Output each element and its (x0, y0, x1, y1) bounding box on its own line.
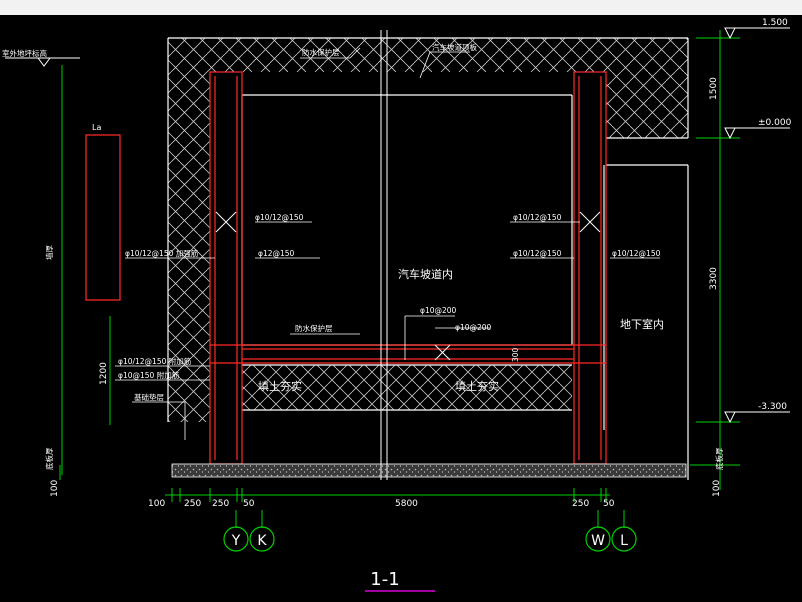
rebar-slab-a: φ10@200 (420, 306, 457, 315)
dim-50-a: 50 (243, 499, 255, 509)
note-left-vertical: 墙厚 (44, 245, 54, 260)
room-basement: 地下室内 (620, 317, 664, 331)
detail-tag: La (92, 123, 101, 132)
note-left-base: 底板厚 (44, 447, 54, 470)
dim-250-a: 250 (184, 499, 201, 509)
note-right-base: 底板厚 (714, 447, 724, 470)
section-drawing: 1-1 Y K W L 1.500 ±0.000 -3.300 100 250 … (2, 18, 792, 592)
cad-drawing-area[interactable]: 1-1 Y K W L 1.500 ±0.000 -3.300 100 250 … (0, 15, 802, 598)
rebar-slab-b: φ10@200 (455, 323, 492, 332)
center-break (380, 30, 388, 480)
fill-left: 填土夯实 (258, 379, 302, 393)
rebar-right-upper: φ10/12@150 (513, 213, 562, 222)
rebar-cross-marks (215, 211, 601, 361)
note-roof-right: 汽车坡道顶板 (432, 42, 477, 52)
section-title: 1-1 (370, 569, 399, 590)
rebar-left-outer: φ10/12@150 加强筋 (125, 248, 199, 258)
foundation-note: 基础垫层 (134, 392, 164, 402)
axis-bubbles (223, 526, 637, 552)
elevation-top: 1.500 (762, 18, 788, 28)
dim-5800: 5800 (395, 499, 418, 509)
elevation-bottom: -3.300 (758, 402, 787, 412)
rebar-right-outer: φ10/12@150 (612, 249, 661, 258)
axis-label-y: Y (231, 533, 241, 549)
slab-height: 300 (511, 347, 520, 362)
rebar-left-lower-b: φ10@150 附加筋 (118, 370, 180, 380)
rebar-left-inner: φ12@150 (258, 249, 295, 258)
rebar-right-inner: φ10/12@150 (513, 249, 562, 258)
note-roof-left: 防水保护层 (302, 47, 340, 57)
elevation-ground: ±0.000 (758, 118, 792, 128)
rebar-left-lower-a: φ10/12@150 附加筋 (118, 356, 192, 366)
axis-label-k: K (257, 533, 267, 549)
dim-100: 100 (148, 499, 165, 509)
dim-250-b: 250 (212, 499, 229, 509)
dim-250-c: 250 (572, 499, 589, 509)
room-ramp: 汽车坡道内 (398, 267, 453, 281)
fill-right: 填土夯实 (455, 379, 499, 393)
dim-vertical-top: 1500 (709, 77, 719, 100)
axis-label-w: W (591, 533, 605, 549)
dim-vertical-middle: 3300 (709, 267, 719, 290)
rebar-left-upper: φ10/12@150 (255, 213, 304, 222)
note-left-level: 室外地坪标高 (2, 48, 47, 58)
dim-50-b: 50 (603, 499, 615, 509)
base-gravel (171, 463, 687, 478)
axis-label-l: L (620, 533, 628, 549)
dim-vertical-left-base: 100 (50, 480, 60, 497)
dim-vertical-left-lower: 1200 (99, 362, 109, 385)
note-internal: 防水保护层 (295, 323, 333, 333)
dim-vertical-right-base: 100 (712, 480, 722, 497)
toolbar-strip (0, 0, 802, 15)
